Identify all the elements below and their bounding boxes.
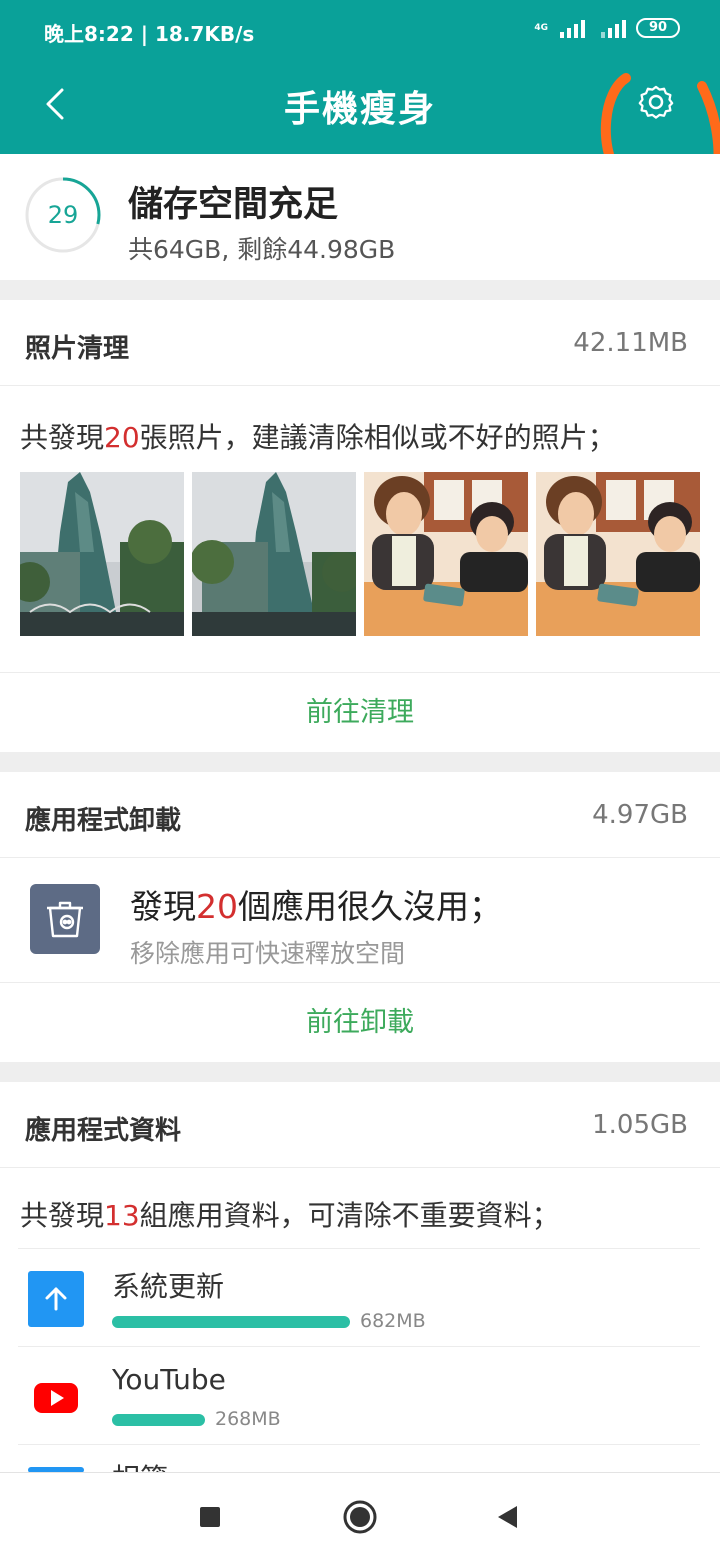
section-divider (0, 752, 720, 772)
message-suffix: 個應用很久沒用； (238, 887, 502, 926)
page-title: 手機瘦身 (283, 89, 436, 130)
status-divider: | (140, 22, 155, 46)
app-uninstall-card: 應用程式卸載 4.97GB 發現20個應用很久沒用； 移除應用可快速釋放空間 前… (0, 772, 720, 1062)
section-divider (0, 1062, 720, 1082)
desc-suffix: 組應用資料，可清除不重要資料； (139, 1199, 560, 1232)
desc-prefix: 共發現 (20, 1199, 105, 1232)
appdata-name: YouTube (112, 1363, 226, 1396)
gear-icon[interactable] (636, 82, 676, 122)
unused-app-count: 20 (196, 887, 238, 926)
photo-thumbnail[interactable] (192, 472, 356, 636)
status-icons: 4G 90 (534, 18, 680, 38)
appdata-description: 共發現13組應用資料，可清除不重要資料； (20, 1194, 560, 1234)
appdata-size: 682MB (360, 1310, 426, 1332)
storage-summary: 29 儲存空間充足 共64GB, 剩餘44.98GB (0, 154, 720, 280)
message-prefix: 發現 (130, 887, 196, 926)
photo-thumbnail[interactable] (364, 472, 528, 636)
appdata-row[interactable]: YouTube 268MB (18, 1346, 700, 1444)
desc-suffix: 張照片，建議清除相似或不好的照片； (139, 421, 616, 454)
card-title: 照片清理 (25, 334, 130, 364)
desc-prefix: 共發現 (20, 421, 105, 454)
card-title: 應用程式資料 (25, 1116, 182, 1146)
back-nav-icon[interactable] (490, 1499, 526, 1535)
photo-thumbnail[interactable] (536, 472, 700, 636)
go-uninstall-button[interactable]: 前往卸載 (0, 982, 720, 1062)
appdata-name: 相簿 (112, 1457, 168, 1472)
uninstall-info: 發現20個應用很久沒用； 移除應用可快速釋放空間 (0, 858, 720, 982)
trash-icon (30, 884, 100, 954)
recents-icon[interactable] (192, 1499, 228, 1535)
photo-description: 共發現20張照片，建議清除相似或不好的照片； (20, 416, 616, 456)
status-bar: 晚上8:22 | 18.7KB/s 4G 90 (0, 0, 720, 64)
usage-bar (112, 1414, 205, 1426)
arrow-up-icon (28, 1271, 84, 1327)
go-clean-button[interactable]: 前往清理 (0, 672, 720, 752)
battery-level: 90 (648, 20, 668, 35)
status-text: 晚上8:22 | 18.7KB/s (44, 18, 254, 47)
signal-icon (560, 18, 585, 38)
youtube-icon (28, 1369, 84, 1425)
uninstall-hint: 移除應用可快速釋放空間 (130, 939, 406, 968)
photo-cleanup-card: 照片清理 42.11MB 共發現20張照片，建議清除相似或不好的照片； 前往清理 (0, 300, 720, 752)
card-title: 應用程式卸載 (25, 806, 182, 836)
appdata-name: 系統更新 (112, 1270, 225, 1303)
signal-icon (601, 18, 626, 38)
network-type: 4G (534, 22, 548, 33)
photo-thumbnail[interactable] (20, 472, 184, 636)
battery-icon: 90 (636, 18, 680, 38)
status-time: 晚上8:22 (44, 22, 134, 46)
appdata-row[interactable]: 系統更新 682MB (18, 1248, 700, 1346)
uninstall-message: 發現20個應用很久沒用； (130, 880, 502, 928)
card-header: 應用程式資料 1.05GB (0, 1082, 720, 1168)
app-header: 手機瘦身 (0, 64, 720, 154)
usage-percent: 29 (47, 201, 79, 229)
card-size: 42.11MB (573, 328, 688, 358)
status-speed: 18.7KB/s (155, 22, 255, 46)
photo-strip (20, 472, 700, 636)
card-size: 4.97GB (592, 800, 688, 830)
usage-bar (112, 1316, 350, 1328)
home-icon[interactable] (342, 1499, 378, 1535)
photo-count: 20 (104, 421, 140, 454)
system-nav-bar (0, 1472, 720, 1560)
app-data-card: 應用程式資料 1.05GB 共發現13組應用資料，可清除不重要資料； 系統更新 … (0, 1082, 720, 1472)
storage-status-subtitle: 共64GB, 剩餘44.98GB (128, 235, 396, 264)
card-header: 照片清理 42.11MB (0, 300, 720, 386)
card-size: 1.05GB (592, 1110, 688, 1140)
storage-status-title: 儲存空間充足 (128, 185, 339, 225)
appdata-count: 13 (104, 1199, 140, 1232)
appdata-row[interactable]: 相簿 (18, 1444, 700, 1472)
appdata-size: 268MB (215, 1408, 281, 1430)
card-header: 應用程式卸載 4.97GB (0, 772, 720, 858)
section-divider (0, 280, 720, 300)
